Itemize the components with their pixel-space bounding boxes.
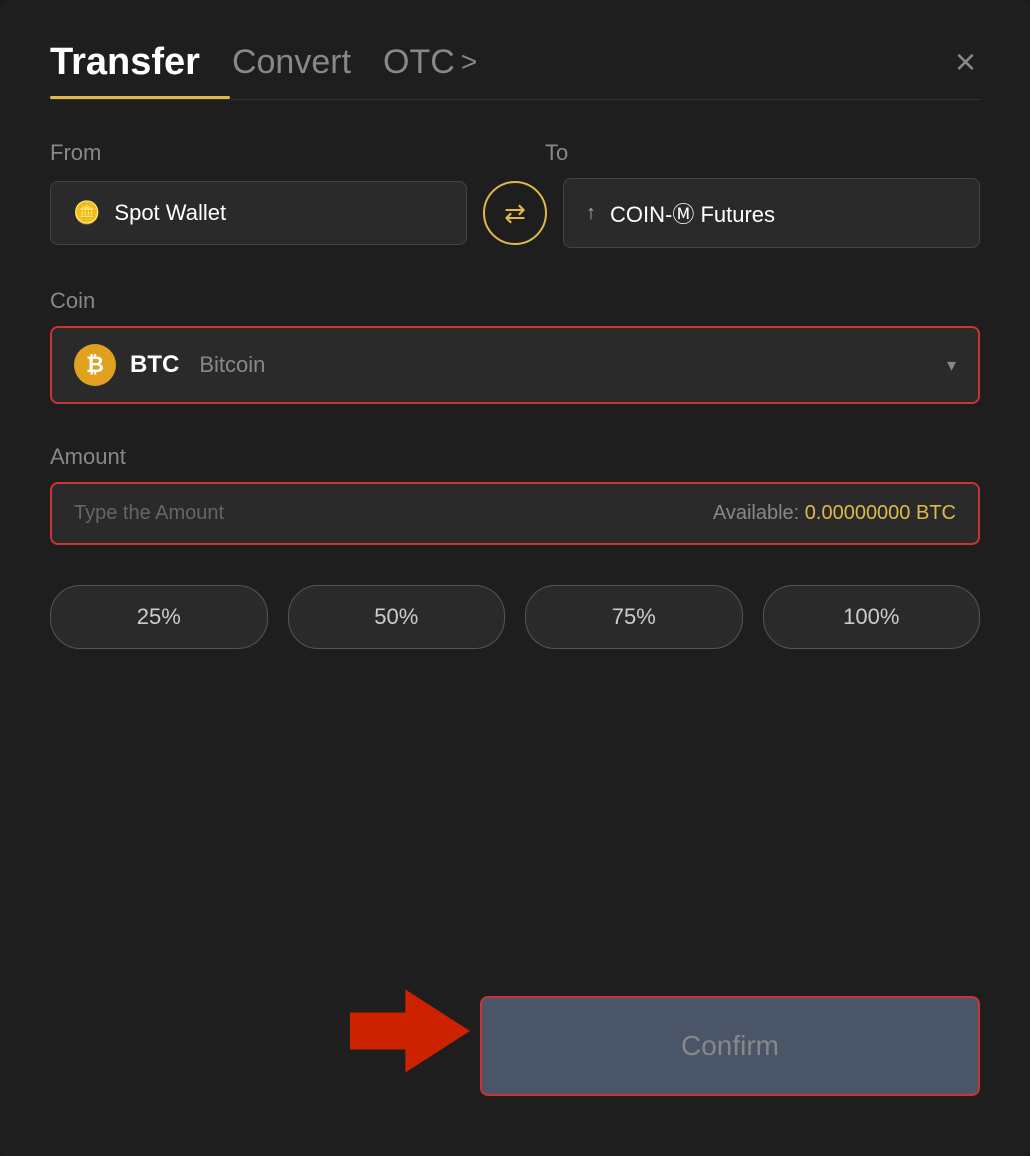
percent-25-button[interactable]: 25% (50, 585, 268, 649)
amount-section: Amount Type the Amount Available: 0.0000… (50, 444, 980, 545)
coin-label: Coin (50, 288, 980, 314)
coin-section: Coin ₿ BTC Bitcoin ▾ (50, 288, 980, 404)
percent-75-button[interactable]: 75% (525, 585, 743, 649)
percent-row: 25% 50% 75% 100% (50, 585, 980, 649)
wallet-card-icon: 🪙 (73, 200, 100, 226)
amount-input-box[interactable]: Type the Amount Available: 0.00000000 BT… (50, 482, 980, 545)
btc-icon: ₿ (74, 344, 116, 386)
to-label: To (545, 140, 980, 166)
tab-otc[interactable]: OTC > (383, 43, 477, 82)
otc-chevron-icon: > (461, 46, 477, 78)
futures-icon: ↑ (586, 202, 596, 225)
swap-icon: ⇄ (504, 198, 526, 229)
percent-50-button[interactable]: 50% (288, 585, 506, 649)
from-wallet-name: Spot Wallet (114, 200, 226, 226)
coin-chevron-icon: ▾ (947, 355, 956, 376)
from-label: From (50, 140, 485, 166)
available-label: Available: (713, 502, 799, 524)
from-to-row: 🪙 Spot Wallet ⇄ ↑ COIN-Ⓜ Futures (50, 178, 980, 248)
red-arrow-icon (350, 981, 470, 1081)
amount-available: Available: 0.00000000 BTC (713, 502, 956, 525)
swap-button[interactable]: ⇄ (483, 181, 547, 245)
amount-label: Amount (50, 444, 980, 470)
from-wallet-selector[interactable]: 🪙 Spot Wallet (50, 181, 467, 245)
available-value: 0.00000000 BTC (805, 502, 956, 524)
transfer-modal: Transfer Convert OTC > × From To 🪙 Spot … (0, 0, 1030, 1156)
from-to-section: From To 🪙 Spot Wallet ⇄ ↑ COIN-Ⓜ Futures (50, 140, 980, 248)
confirm-button[interactable]: Confirm (480, 996, 980, 1096)
coin-full-name: Bitcoin (199, 352, 265, 378)
coin-selector[interactable]: ₿ BTC Bitcoin ▾ (50, 326, 980, 404)
percent-100-button[interactable]: 100% (763, 585, 981, 649)
header-tabs: Transfer Convert OTC > × (50, 40, 980, 84)
from-to-labels: From To (50, 140, 980, 166)
close-button[interactable]: × (951, 40, 980, 84)
to-wallet-selector[interactable]: ↑ COIN-Ⓜ Futures (563, 178, 980, 248)
arrow-indicator (350, 981, 470, 1086)
header-divider (50, 99, 980, 100)
to-wallet-name: COIN-Ⓜ Futures (610, 197, 775, 229)
tab-transfer[interactable]: Transfer (50, 41, 200, 84)
amount-placeholder: Type the Amount (74, 502, 224, 525)
coin-symbol: BTC (130, 351, 179, 379)
bottom-area: Confirm (50, 956, 980, 1096)
tab-convert[interactable]: Convert (232, 43, 351, 82)
